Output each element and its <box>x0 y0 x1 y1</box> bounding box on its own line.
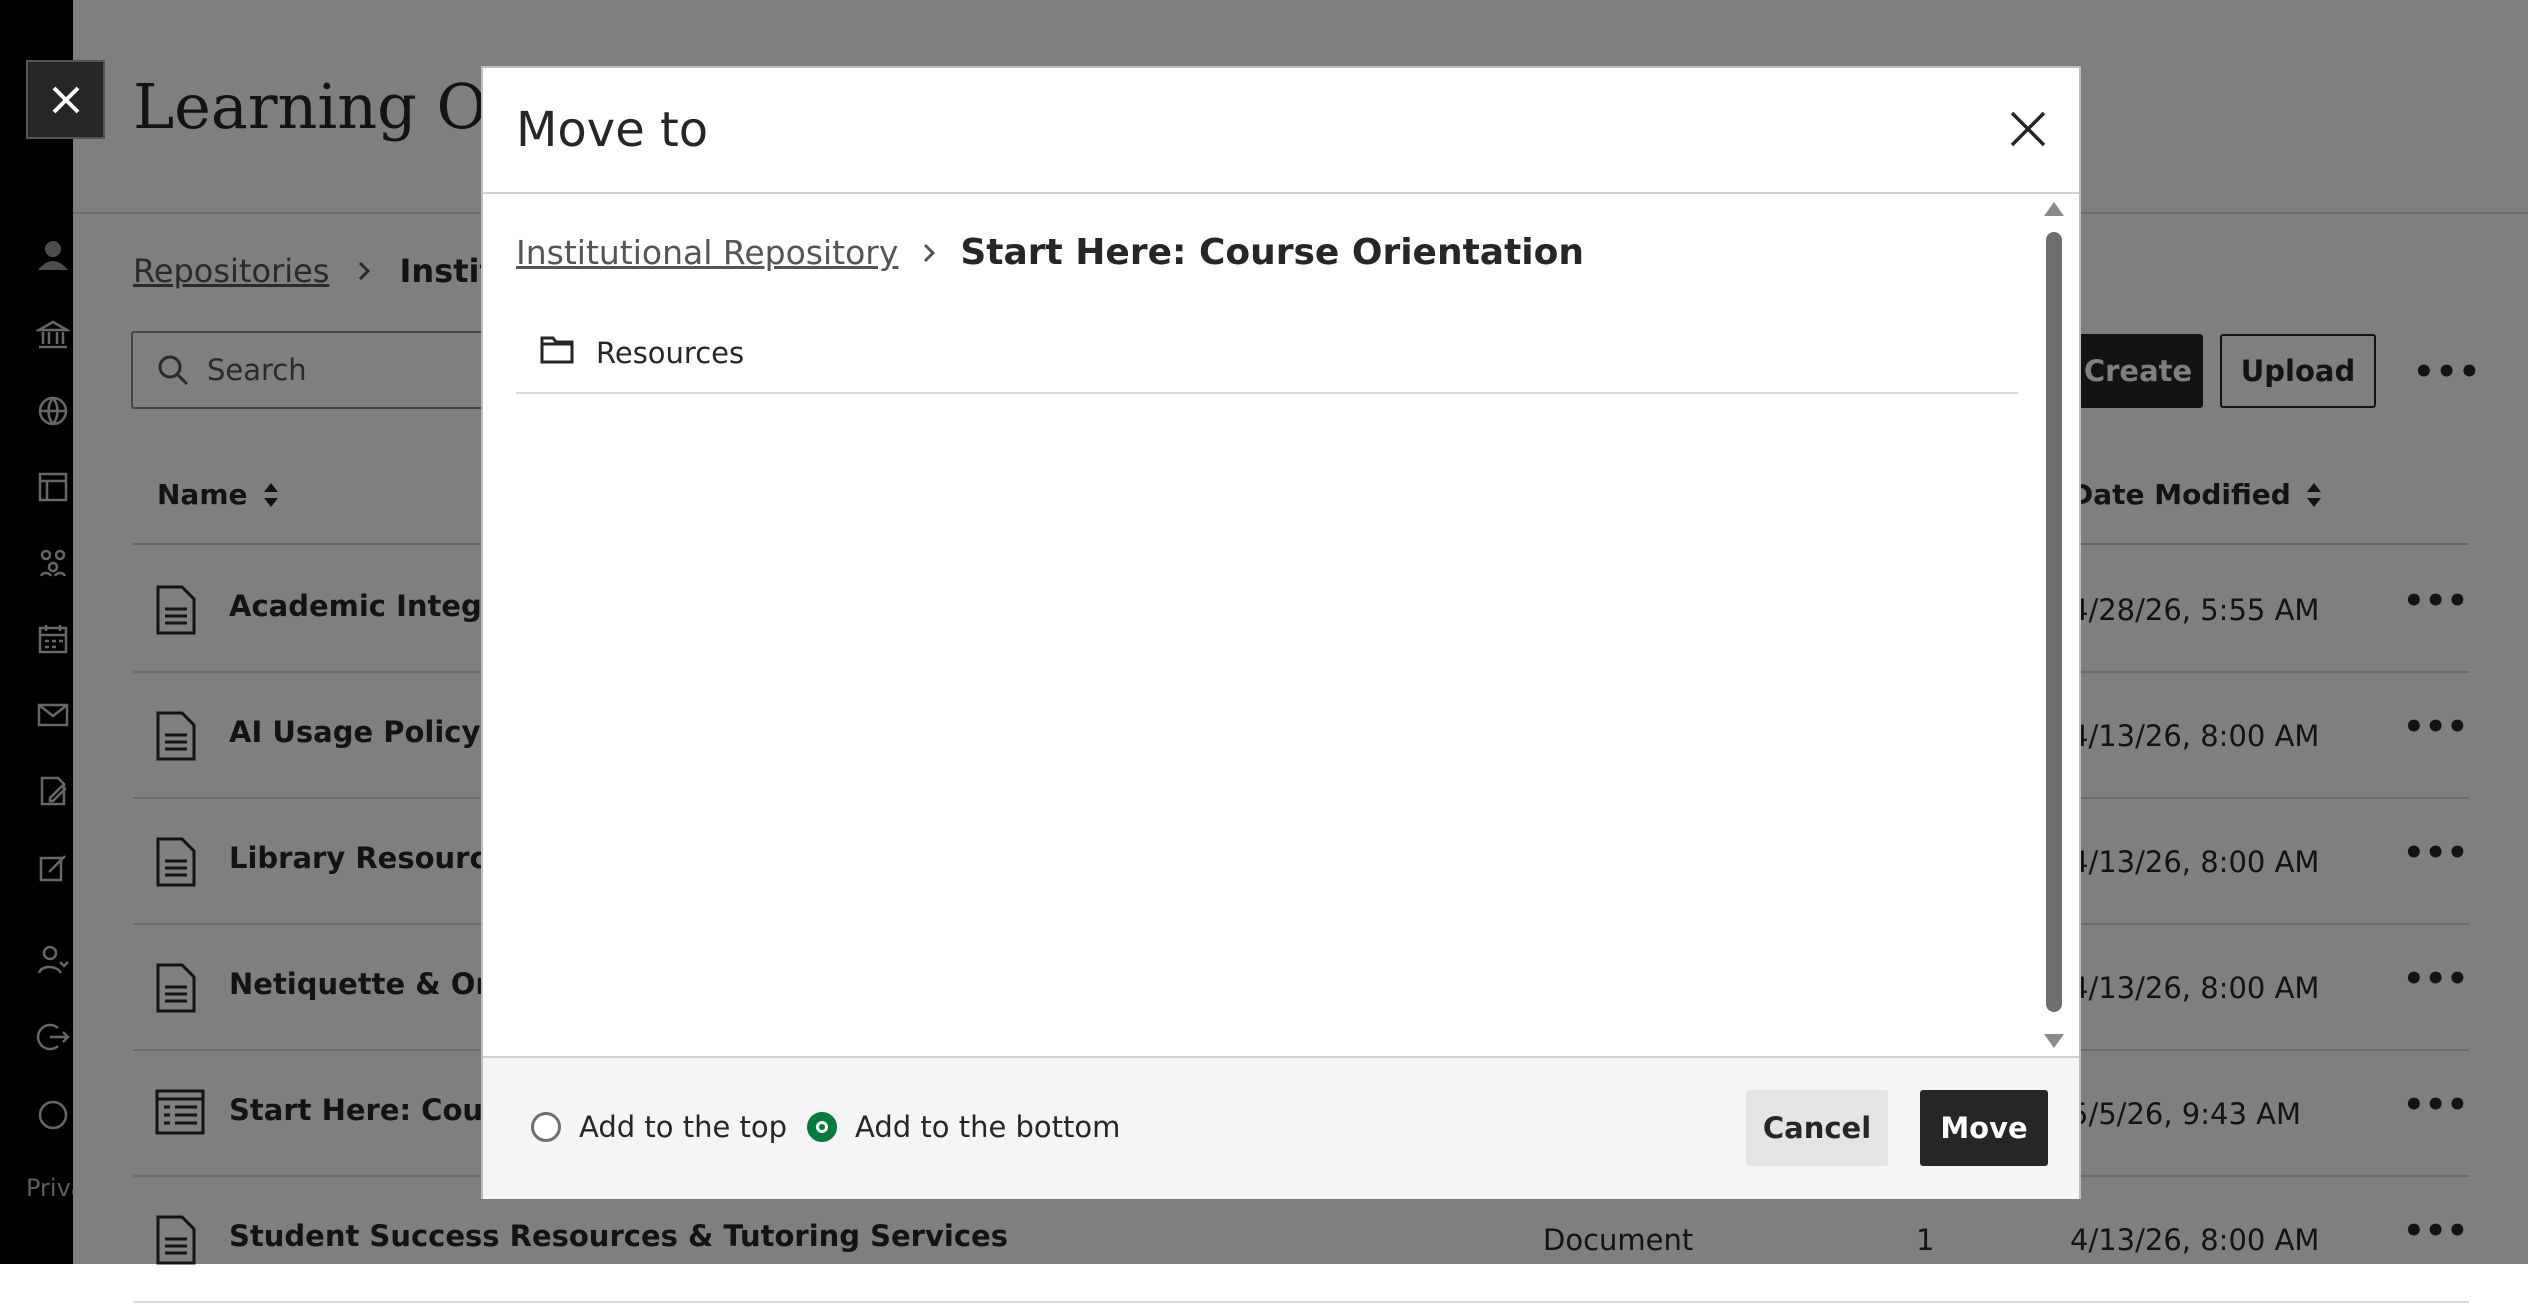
dialog-header: Move to <box>483 68 2079 194</box>
dialog-body: Institutional Repository Start Here: Cou… <box>483 194 2079 1056</box>
folder-item-resources[interactable]: Resources <box>516 316 2018 394</box>
radio-button-selected-icon <box>807 1112 837 1142</box>
folder-icon <box>540 336 574 364</box>
breadcrumb-current: Start Here: Course Orientation <box>960 232 1585 273</box>
folder-label: Resources <box>596 336 745 370</box>
radio-label: Add to the top <box>579 1110 788 1144</box>
breadcrumb-institutional-repository-link[interactable]: Institutional Repository <box>516 233 898 272</box>
dialog-breadcrumb: Institutional Repository Start Here: Cou… <box>516 232 1584 273</box>
radio-add-to-bottom[interactable]: Add to the bottom <box>807 1110 1120 1144</box>
move-to-dialog: Move to Institutional Repository Start H… <box>481 66 2081 1199</box>
dialog-close-button[interactable] <box>2001 102 2055 156</box>
close-icon <box>2010 111 2046 147</box>
radio-label: Add to the bottom <box>855 1110 1121 1144</box>
radio-button-icon <box>531 1112 561 1142</box>
dialog-title: Move to <box>516 102 709 158</box>
scroll-up-arrow-icon[interactable] <box>2044 202 2064 216</box>
chevron-right-icon <box>924 243 936 262</box>
close-icon <box>52 86 79 113</box>
cancel-button[interactable]: Cancel <box>1746 1090 1888 1166</box>
close-panel-button[interactable] <box>26 60 105 139</box>
radio-add-to-top[interactable]: Add to the top <box>531 1110 787 1144</box>
scrollbar-thumb[interactable] <box>2046 232 2062 1012</box>
dialog-footer: Add to the top Add to the bottom Cancel … <box>483 1056 2079 1199</box>
scroll-down-arrow-icon[interactable] <box>2044 1034 2064 1048</box>
move-button[interactable]: Move <box>1920 1090 2048 1166</box>
